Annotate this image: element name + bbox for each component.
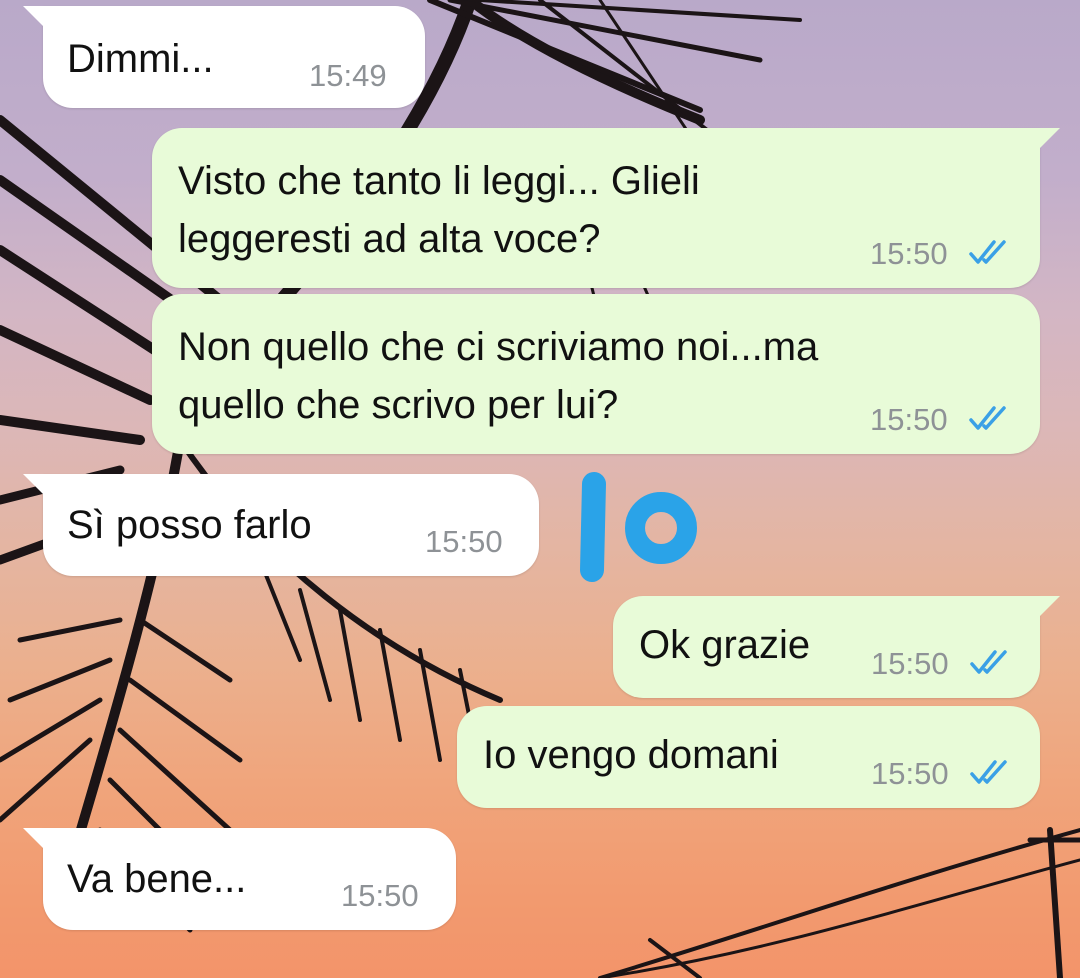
message-bubble-outgoing[interactable]: Io vengo domani 15:50	[457, 706, 1040, 808]
message-time: 15:50	[870, 236, 948, 271]
annotation-text: IO	[566, 466, 567, 467]
message-time: 15:50	[341, 878, 419, 913]
message-text: Dimmi...	[67, 37, 214, 81]
bubble-tail	[1038, 128, 1060, 150]
read-receipt-icon	[970, 760, 1007, 784]
read-receipt-icon	[970, 650, 1007, 674]
message-bubble-incoming[interactable]: Sì posso farlo 15:50	[23, 474, 539, 576]
message-bubble-outgoing[interactable]: Non quello che ci scriviamo noi...ma que…	[152, 294, 1040, 454]
message-text: Ok grazie	[639, 623, 811, 667]
message-bubble-outgoing[interactable]: Visto che tanto li leggi... Glieli legge…	[152, 128, 1060, 288]
bubble-tail	[23, 474, 45, 496]
message-text: Va bene...	[67, 857, 247, 901]
message-time: 15:50	[870, 402, 948, 437]
message-bubble-outgoing[interactable]: Ok grazie 15:50	[613, 596, 1060, 698]
message-time: 15:50	[425, 524, 503, 559]
read-receipt-icon	[969, 406, 1006, 430]
message-text: Visto che tanto li leggi... Glieli legge…	[178, 159, 700, 261]
message-text: Sì posso farlo	[67, 503, 312, 547]
message-text: Io vengo domani	[483, 733, 779, 777]
message-time: 15:49	[309, 58, 387, 93]
message-time: 15:50	[871, 646, 949, 681]
handwritten-annotation: IO	[566, 466, 697, 582]
bubble-tail	[23, 6, 45, 28]
message-text: Non quello che ci scriviamo noi...ma que…	[178, 325, 819, 427]
bubble-tail	[23, 828, 45, 850]
message-bubble-incoming[interactable]: Dimmi... 15:49	[23, 6, 425, 108]
bubble-tail	[1038, 596, 1060, 618]
message-bubble-incoming[interactable]: Va bene... 15:50	[23, 828, 456, 930]
message-time: 15:50	[871, 756, 949, 791]
read-receipt-icon	[969, 240, 1006, 264]
